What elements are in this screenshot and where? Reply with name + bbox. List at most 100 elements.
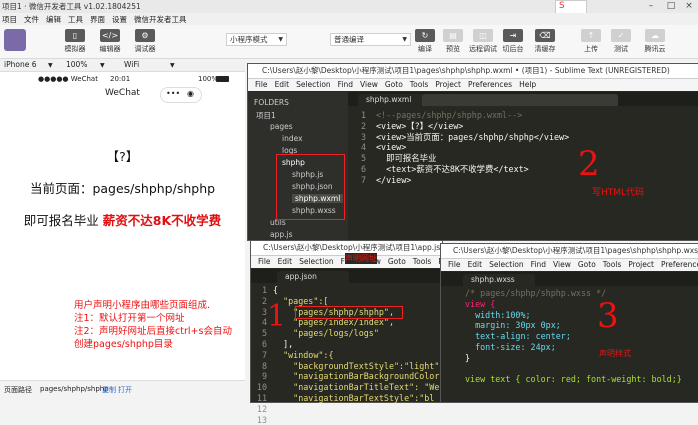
sublime-menu-item[interactable]: Project	[435, 80, 461, 89]
copy-link[interactable]: 复制	[102, 385, 116, 395]
device-select[interactable]: iPhone 6	[4, 60, 36, 69]
test-button[interactable]: ✓ 测试	[604, 29, 638, 54]
sublime-menu-item[interactable]: Selection	[296, 80, 331, 89]
page-path-footer: 页面路径 pages/shphp/shphp 复制 打开	[0, 380, 245, 402]
tab-bar: shphp.wxss	[441, 272, 698, 286]
tree-item[interactable]: 项目1	[256, 110, 276, 121]
sublime-menu-item[interactable]: Selection	[489, 260, 524, 269]
sublime-menu-item[interactable]: Selection	[299, 257, 334, 266]
tree-item[interactable]: pages	[270, 122, 293, 131]
sublime-menu-item[interactable]: File	[448, 260, 461, 269]
remote-debug-button[interactable]: ◫ 远程调试	[466, 29, 500, 54]
sublime-menu-item[interactable]: Tools	[413, 257, 431, 266]
preview-button[interactable]: ▤ 预览	[436, 29, 470, 54]
devtools-menu-item[interactable]: 工具	[68, 15, 83, 24]
upload-button[interactable]: ↑ 上传	[574, 29, 608, 54]
line-number: 11	[256, 392, 267, 403]
battery-level: 100%	[198, 75, 219, 83]
tab-bar: app.json	[251, 269, 442, 283]
devtools-menu-item[interactable]: 编辑	[46, 15, 61, 24]
open-link[interactable]: 打开	[118, 385, 132, 395]
sublime-menu-item[interactable]: Goto	[388, 257, 406, 266]
sublime-menu-item[interactable]: Tools	[603, 260, 621, 269]
phone-icon: ▯	[65, 29, 85, 42]
window-title: 项目1 · 微信开发者工具 v1.02.1804251	[2, 2, 141, 11]
editor-button[interactable]: </> 编辑器	[93, 29, 127, 54]
sublime-menu-item[interactable]: View	[360, 80, 378, 89]
line-number: 12	[256, 403, 267, 414]
network-select[interactable]: WiFi	[124, 60, 139, 69]
sublime-menu-item[interactable]: Preferences	[468, 80, 512, 89]
cloud-button[interactable]: ☁ 腾讯云	[638, 29, 672, 54]
sublime-menu-item[interactable]: Goto	[385, 80, 403, 89]
sublime-menu-item[interactable]: Goto	[578, 260, 596, 269]
debugger-button[interactable]: ⚙ 调试器	[128, 29, 162, 54]
clear-cache-icon: ⌫	[535, 29, 555, 42]
sublime-menu-item[interactable]: Edit	[278, 257, 293, 266]
simulator-button[interactable]: ▯ 模拟器	[58, 29, 92, 54]
chevron-down-icon: ▼	[170, 62, 175, 69]
devtools-menu-item[interactable]: 文件	[24, 15, 39, 24]
sublime-menu-item[interactable]: View	[553, 260, 571, 269]
compile-select[interactable]: 普通编译 ▼	[330, 33, 411, 46]
simulator-screen: ●●●●● WeChat 20:01 100% WeChat ••• ◉ 【?】…	[0, 72, 245, 380]
page-line-2: 当前页面：pages/shphp/shphp	[29, 181, 216, 196]
compile-icon: ↻	[415, 29, 435, 42]
line-number: 3	[261, 306, 267, 317]
sublime-menu-item[interactable]: File	[258, 257, 271, 266]
code-editor-wxml[interactable]: <!--pages/shphp/shphp.wxml--> <view>【?】<…	[376, 110, 569, 186]
sublime-menu-item[interactable]: Edit	[468, 260, 483, 269]
code-icon: </>	[100, 29, 120, 42]
nav-bar-title: WeChat	[105, 88, 140, 98]
device-bar: iPhone 6 ▼ 100% ▼ WiFi ▼	[0, 59, 245, 72]
sublime-window-json: C:\Users\赵小黎\Desktop\小程序测试\项目1\app.json …	[250, 240, 443, 425]
annotation-number: 3	[597, 296, 619, 336]
zoom-select[interactable]: 100%	[66, 60, 87, 69]
sublime-menu-item[interactable]: Preferences	[661, 260, 698, 269]
status-time: 20:01	[110, 75, 131, 83]
cloud-icon: ☁	[645, 29, 665, 42]
sublime-menu-item[interactable]: Tools	[410, 80, 428, 89]
chevron-down-icon: ▼	[402, 36, 407, 43]
sublime-window-wxss: C:\Users\赵小黎\Desktop\小程序测试\项目1\pages\shp…	[440, 243, 698, 403]
mode-select[interactable]: 小程序模式 ▼	[226, 33, 287, 46]
sublime-menu-item[interactable]: Find	[338, 80, 353, 89]
window-title: C:\Users\赵小黎\Desktop\小程序测试\项目1\pages\shp…	[248, 64, 698, 79]
sublime-menu-item[interactable]: Find	[531, 260, 546, 269]
tab-bar: shphp.wxml	[348, 92, 698, 106]
close-icon[interactable]: ×	[678, 0, 698, 13]
annotation-label: 写HTML代码	[592, 188, 645, 198]
tree-item[interactable]: index	[282, 134, 303, 143]
devtools-menu-item[interactable]: 微信开发者工具	[134, 15, 187, 24]
sublime-menu-item[interactable]: Edit	[275, 80, 290, 89]
sublime-menu-item[interactable]: File	[255, 80, 268, 89]
devtools-menu-item[interactable]: 项目	[2, 15, 17, 24]
code-editor-json[interactable]: { "pages":[ "pages/shphp/shphp", "pages/…	[273, 285, 439, 404]
capsule-menu[interactable]: ••• ◉	[160, 87, 202, 103]
tab-shphp-wxml[interactable]: shphp.wxml	[358, 94, 426, 106]
devtools-menu-item[interactable]: 界面	[90, 15, 105, 24]
line-number: 1	[261, 285, 267, 295]
phone-status-bar: ●●●●● WeChat 20:01 100%	[0, 72, 245, 86]
sublime-menu-item[interactable]: Help	[519, 80, 536, 89]
page-path: pages/shphp/shphp	[40, 385, 109, 393]
devtools-menu-item[interactable]: 设置	[112, 15, 127, 24]
tab[interactable]	[422, 94, 490, 106]
background-button[interactable]: ⇥ 切后台	[496, 29, 530, 54]
sublime-menu-item[interactable]: Project	[628, 260, 654, 269]
line-number: 9	[261, 371, 267, 382]
code-editor-wxss[interactable]: /* pages/shphp/shphp.wxss */ view { widt…	[465, 288, 682, 385]
minimize-icon[interactable]: –	[640, 0, 662, 13]
highlight-box	[295, 306, 403, 319]
preview-icon: ▤	[443, 29, 463, 42]
clear-cache-button[interactable]: ⌫ 清缓存	[528, 29, 562, 54]
tree-item[interactable]: app.js	[270, 230, 293, 239]
chevron-down-icon: ▼	[100, 62, 105, 69]
avatar[interactable]	[4, 29, 26, 51]
line-number: 4	[261, 317, 267, 328]
tab-shphp-wxss[interactable]: shphp.wxss	[463, 274, 535, 286]
tab-app-json[interactable]: app.json	[277, 271, 349, 283]
annotation-note: 用户声明小程序由哪些页面组成. 注1：默认打开第一个网址 注2：声明好网址后直接…	[74, 300, 232, 350]
tab[interactable]	[550, 94, 618, 106]
tab[interactable]	[486, 94, 554, 106]
